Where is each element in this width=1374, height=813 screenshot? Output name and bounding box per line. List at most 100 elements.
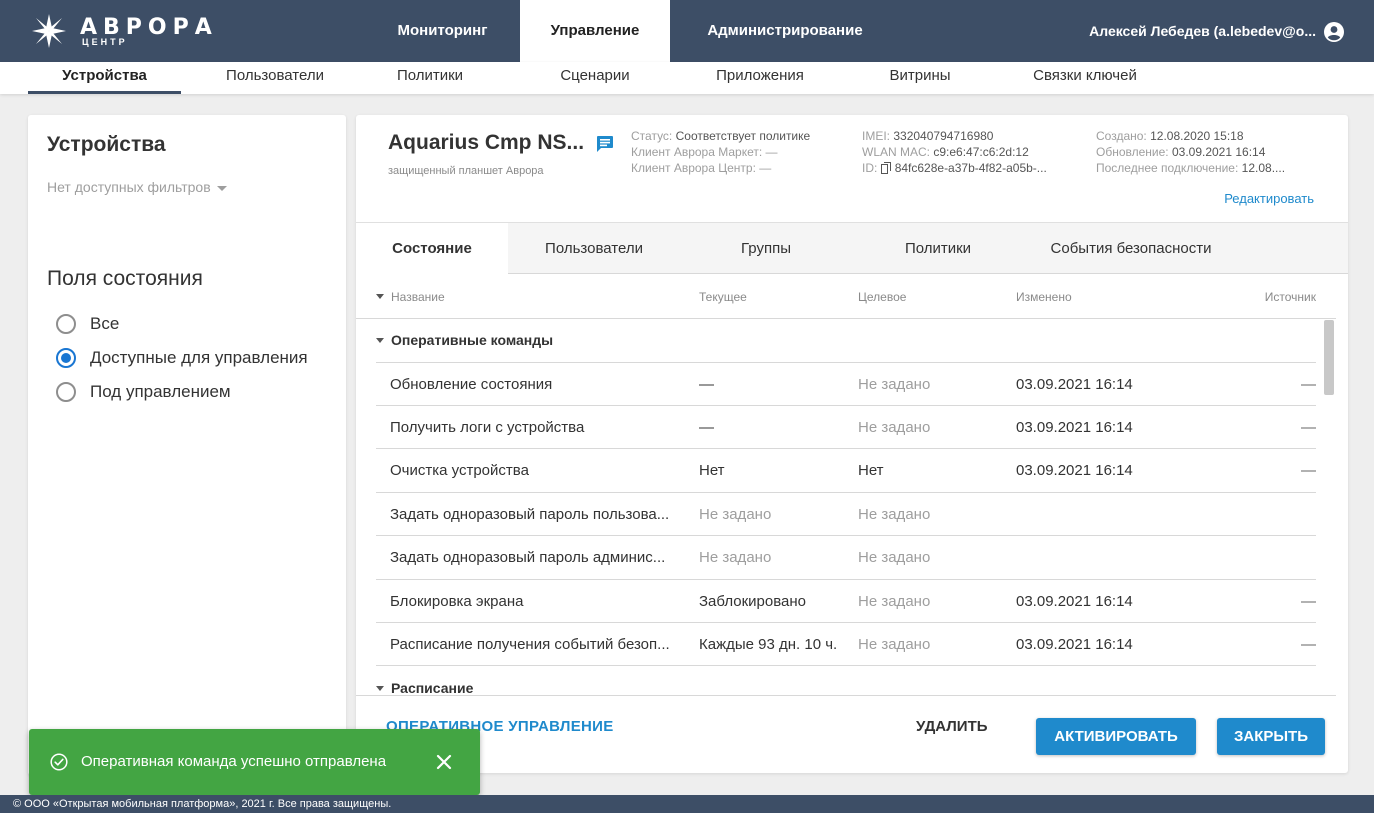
table-row[interactable]: Обновление состояния — Не задано 03.09.2… [376, 362, 1316, 406]
radio-label: Все [90, 314, 120, 333]
cell-changed: 03.09.2021 16:14 [1016, 376, 1133, 393]
close-button[interactable]: ЗАКРЫТЬ [1217, 718, 1325, 755]
cell-name: Задать одноразовый пароль админис... [390, 549, 666, 566]
device-type: защищенный планшет Аврора [388, 165, 544, 177]
table-header: Название Текущее Целевое Изменено Источн… [356, 275, 1336, 319]
tab-security-events[interactable]: События безопасности [1016, 223, 1246, 275]
cell-target: Не задано [858, 506, 931, 523]
toast-message: Оперативная команда успешно отправлена [81, 753, 387, 770]
check-circle-icon [50, 753, 68, 771]
cell-current: Не задано [699, 549, 772, 566]
activate-button[interactable]: АКТИВИРОВАТЬ [1036, 718, 1196, 755]
device-status-block: Статус: Соответствует политике Клиент Ав… [631, 128, 810, 176]
logo[interactable]: АВРОРА ЦЕНТР [30, 12, 230, 52]
cell-changed: 03.09.2021 16:14 [1016, 593, 1133, 610]
edit-link[interactable]: Редактировать [1224, 191, 1314, 206]
panel-title: Устройства [47, 133, 166, 156]
expand-triangle-icon [376, 338, 384, 343]
cell-source: — [1301, 636, 1316, 653]
device-dates-block: Создано: 12.08.2020 15:18 Обновление: 03… [1096, 128, 1285, 176]
user-name[interactable]: Алексей Лебедев (a.lebedev@o... [1089, 0, 1316, 62]
radio-available-for-management[interactable]: Доступные для управления [56, 346, 308, 370]
subnav-scenarios[interactable]: Сценарии [530, 62, 660, 94]
table-row[interactable]: Задать одноразовый пароль админис... Не … [376, 535, 1316, 579]
cell-changed: 03.09.2021 16:14 [1016, 636, 1133, 653]
delete-button[interactable]: УДАЛИТЬ [916, 718, 988, 735]
sub-nav: Устройства Пользователи Политики Сценари… [0, 62, 1374, 94]
radio-all[interactable]: Все [56, 312, 119, 336]
copy-icon[interactable] [880, 162, 891, 174]
group-label: Расписание [391, 680, 474, 696]
meta-label: ID: [862, 161, 878, 175]
meta-label: Последнее подключение: [1096, 161, 1239, 175]
wlan-mac-value: c9:e6:47:c6:2d:12 [933, 145, 1029, 159]
device-name: Aquarius Cmp NS... [388, 131, 585, 154]
table-row[interactable]: Получить логи с устройства — Не задано 0… [376, 405, 1316, 449]
subnav-policies[interactable]: Политики [360, 62, 500, 94]
comment-icon[interactable] [596, 135, 614, 153]
device-ids-block: IMEI: 332040794716980 WLAN MAC: c9:e6:47… [862, 128, 1047, 176]
group-row-operative-commands[interactable]: Оперативные команды [376, 318, 1336, 362]
table-row[interactable]: Расписание получения событий безоп... Ка… [376, 622, 1316, 666]
meta-label: Обновление: [1096, 145, 1169, 159]
cell-source: — [1301, 593, 1316, 610]
cell-source: — [1301, 419, 1316, 436]
expand-triangle-icon [376, 686, 384, 691]
subnav-applications[interactable]: Приложения [690, 62, 830, 94]
column-name-header[interactable]: Название [376, 290, 445, 304]
radio-under-management[interactable]: Под управлением [56, 380, 231, 404]
cell-name: Расписание получения событий безоп... [390, 636, 670, 653]
subnav-users[interactable]: Пользователи [200, 62, 350, 94]
cell-name: Обновление состояния [390, 376, 553, 393]
cell-target: Нет [858, 462, 884, 479]
column-label: Название [391, 290, 445, 304]
cell-name: Задать одноразовый пароль пользова... [390, 506, 670, 523]
table-row[interactable]: Очистка устройства Нет Нет 03.09.2021 16… [376, 448, 1316, 492]
column-source-header[interactable]: Источник [1265, 290, 1316, 304]
cell-current: — [699, 419, 714, 436]
table-row[interactable]: Задать одноразовый пароль пользова... Не… [376, 492, 1316, 536]
cell-name: Получить логи с устройства [390, 419, 585, 436]
group-row-schedule[interactable]: Расписание [376, 666, 1336, 696]
main-tab-monitoring[interactable]: Мониторинг [365, 0, 520, 62]
copyright-text: © ООО «Открытая мобильная платформа», 20… [13, 798, 392, 810]
tab-users[interactable]: Пользователи [508, 223, 680, 275]
tab-groups[interactable]: Группы [680, 223, 852, 275]
top-bar: АВРОРА ЦЕНТР Мониторинг Управление Админ… [0, 0, 1374, 62]
scrollbar-thumb[interactable] [1324, 320, 1334, 395]
main-tab-administration[interactable]: Администрирование [690, 0, 880, 62]
user-account-icon[interactable] [1324, 22, 1344, 42]
divider [356, 695, 1336, 696]
column-target-header[interactable]: Целевое [858, 290, 906, 304]
cell-target: Не задано [858, 419, 931, 436]
created-value: 12.08.2020 15:18 [1150, 129, 1244, 143]
radio-button[interactable] [56, 314, 76, 334]
close-icon[interactable] [434, 752, 454, 772]
tab-policies[interactable]: Политики [852, 223, 1024, 275]
radio-button-checked[interactable] [56, 348, 76, 368]
filters-panel: Устройства Нет доступных фильтров Поля с… [28, 115, 346, 775]
subnav-showcases[interactable]: Витрины [860, 62, 980, 94]
filter-dropdown-label: Нет доступных фильтров [47, 179, 211, 195]
meta-label: IMEI: [862, 129, 891, 143]
meta-label: Клиент Аврора Центр: [631, 161, 756, 175]
filter-dropdown[interactable]: Нет доступных фильтров [47, 179, 227, 195]
radio-button[interactable] [56, 382, 76, 402]
column-changed-header[interactable]: Изменено [1016, 290, 1072, 304]
cell-current: Не задано [699, 506, 772, 523]
cell-changed: 03.09.2021 16:14 [1016, 419, 1133, 436]
column-current-header[interactable]: Текущее [699, 290, 747, 304]
market-client-value: — [765, 145, 778, 159]
success-toast: Оперативная команда успешно отправлена [29, 729, 480, 795]
device-id-value: 84fc628e-a37b-4f82-a05b-... [894, 161, 1047, 175]
cell-source: — [1301, 462, 1316, 479]
tab-state[interactable]: Состояние [356, 223, 508, 276]
subnav-keychains[interactable]: Связки ключей [1010, 62, 1160, 94]
chevron-down-icon [216, 185, 227, 191]
meta-label: WLAN MAC: [862, 145, 931, 159]
table-row[interactable]: Блокировка экрана Заблокировано Не задан… [376, 579, 1316, 623]
meta-label: Создано: [1096, 129, 1147, 143]
cell-changed: 03.09.2021 16:14 [1016, 462, 1133, 479]
subnav-devices[interactable]: Устройства [28, 62, 181, 94]
main-tab-management[interactable]: Управление [520, 0, 670, 62]
